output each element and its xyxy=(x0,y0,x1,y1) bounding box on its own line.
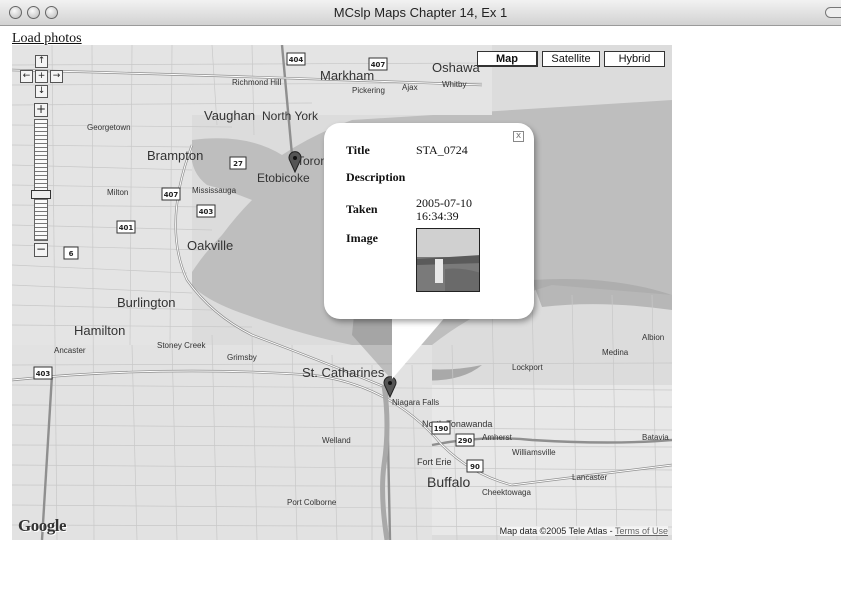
zoom-slider-thumb[interactable] xyxy=(31,190,51,199)
highway-shield-90: 90 xyxy=(470,463,480,471)
place-label-fort-erie: Fort Erie xyxy=(417,457,452,467)
place-label-port-colborne: Port Colborne xyxy=(287,498,337,507)
place-label-markham: Markham xyxy=(320,68,374,83)
place-label-welland: Welland xyxy=(322,436,351,445)
map-attribution: Map data ©2005 Tele Atlas - Terms of Use xyxy=(499,526,668,536)
highway-shield-407-west: 407 xyxy=(164,191,179,199)
place-label-ajax: Ajax xyxy=(402,83,418,92)
map-type-satellite-button[interactable]: Satellite xyxy=(542,51,600,67)
highway-shield-401: 401 xyxy=(119,224,134,232)
zoom-control: + − xyxy=(31,103,51,257)
place-label-albion: Albion xyxy=(642,333,664,342)
info-image-label: Image xyxy=(346,231,378,245)
window-title: MCslp Maps Chapter 14, Ex 1 xyxy=(333,5,508,20)
place-label-williamsville: Williamsville xyxy=(512,448,556,457)
place-label-hamilton: Hamilton xyxy=(74,323,125,338)
highway-shield-290: 290 xyxy=(458,437,473,445)
pan-down-icon[interactable]: ↓ xyxy=(35,85,48,98)
highway-shield-403-north: 403 xyxy=(199,208,214,216)
place-label-milton: Milton xyxy=(107,188,128,197)
zoom-in-button[interactable]: + xyxy=(34,103,48,117)
pan-center-icon[interactable]: + xyxy=(35,70,48,83)
place-label-richmond-hill: Richmond Hill xyxy=(232,78,282,87)
window-titlebar: MCslp Maps Chapter 14, Ex 1 xyxy=(0,0,841,26)
info-taken-time: 16:34:39 xyxy=(416,209,459,223)
place-label-georgetown: Georgetown xyxy=(87,123,131,132)
map-type-map-button[interactable]: Map xyxy=(477,51,538,67)
place-label-grimsby: Grimsby xyxy=(227,353,257,362)
place-label-niagara-falls: Niagara Falls xyxy=(392,398,439,407)
place-label-north-york: North York xyxy=(262,109,319,123)
zoom-slider[interactable] xyxy=(31,119,51,241)
place-label-vaughan: Vaughan xyxy=(204,108,255,123)
place-label-buffalo: Buffalo xyxy=(427,474,471,490)
info-window-tail xyxy=(352,315,447,380)
info-title-value: STA_0724 xyxy=(416,143,468,157)
terms-of-use-link[interactable]: Terms of Use xyxy=(615,526,668,536)
highway-shield-190: 190 xyxy=(434,425,449,433)
photo-thumbnail[interactable] xyxy=(416,228,480,292)
highway-shield-27: 27 xyxy=(233,160,243,168)
place-label-brampton: Brampton xyxy=(147,148,203,163)
place-label-burlington: Burlington xyxy=(117,295,176,310)
info-taken-label: Taken xyxy=(346,202,378,216)
place-label-lockport: Lockport xyxy=(512,363,543,372)
place-label-mississauga: Mississauga xyxy=(192,186,237,195)
pan-right-icon[interactable]: → xyxy=(50,70,63,83)
place-label-pickering: Pickering xyxy=(352,86,385,95)
place-label-amherst: Amherst xyxy=(482,433,513,442)
place-label-ancaster: Ancaster xyxy=(54,346,86,355)
place-label-whitby: Whitby xyxy=(442,80,466,89)
zoom-out-button[interactable]: − xyxy=(34,243,48,257)
highway-shield-403-south: 403 xyxy=(36,370,51,378)
map-type-hybrid-button[interactable]: Hybrid xyxy=(604,51,665,67)
highway-shield-6: 6 xyxy=(69,250,74,258)
info-close-icon[interactable]: x xyxy=(513,131,524,142)
place-label-etobicoke: Etobicoke xyxy=(257,171,310,185)
place-label-lancaster: Lancaster xyxy=(572,473,607,482)
map-canvas[interactable]: Markham Oshawa Vaughan North York Brampt… xyxy=(12,45,672,540)
highway-shield-407-east: 407 xyxy=(371,61,386,69)
info-window: x Title STA_0724 Description Taken 2005-… xyxy=(324,123,534,319)
place-label-cheektowaga: Cheektowaga xyxy=(482,488,531,497)
place-label-stoney-creek: Stoney Creek xyxy=(157,341,206,350)
place-label-medina: Medina xyxy=(602,348,629,357)
photo-marker-toronto[interactable] xyxy=(288,151,302,173)
toolbar-toggle-button[interactable] xyxy=(825,7,841,18)
pan-left-icon[interactable]: ← xyxy=(20,70,33,83)
place-label-batavia: Batavia xyxy=(642,433,669,442)
pan-control: ↑ ← + → ↓ xyxy=(20,55,64,99)
attribution-text: Map data ©2005 Tele Atlas - xyxy=(499,526,615,536)
info-title-label: Title xyxy=(346,143,370,157)
info-description-label: Description xyxy=(346,170,406,184)
google-logo: Google xyxy=(18,516,67,535)
highway-shield-404: 404 xyxy=(289,56,304,64)
place-label-oakville: Oakville xyxy=(187,238,233,253)
pan-up-icon[interactable]: ↑ xyxy=(35,55,48,68)
place-label-oshawa: Oshawa xyxy=(432,60,480,75)
